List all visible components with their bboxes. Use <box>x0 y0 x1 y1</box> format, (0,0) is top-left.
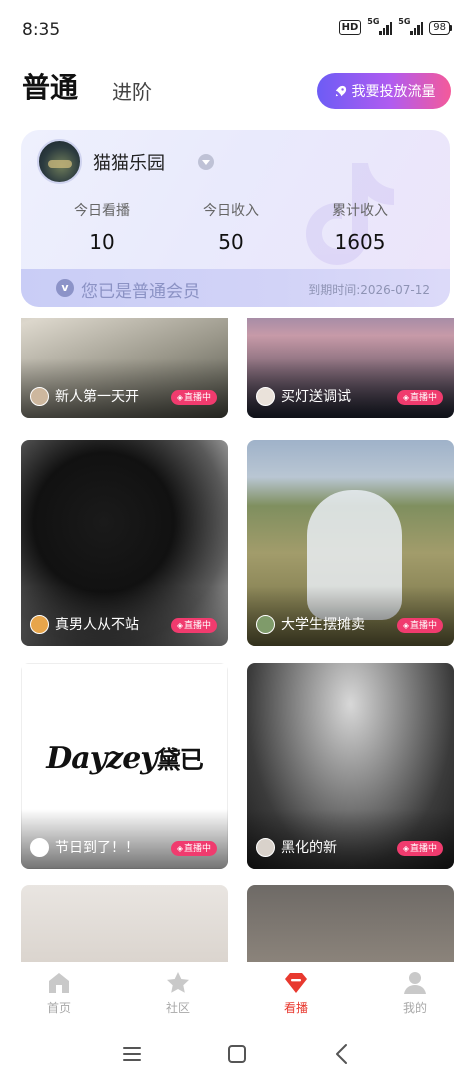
live-card[interactable]: 新人第一天开 直播中 <box>21 318 228 418</box>
stats-card: 猫猫乐园 今日看播 10 今日收入 50 累计收入 1605 v 您已是普通会员… <box>21 130 450 307</box>
tab-label: 看播 <box>283 1001 308 1015</box>
stat-today-views: 今日看播 10 <box>42 200 162 254</box>
status-time: 8:35 <box>22 20 61 40</box>
tab-label: 首页 <box>46 1001 71 1015</box>
membership-bar[interactable]: v 您已是普通会员 到期时间:2026-07-12 <box>21 269 450 307</box>
live-card[interactable]: 真男人从不站 直播中 <box>21 440 228 646</box>
status-bar: 8:35 HD 5G 5G 98 <box>0 0 474 58</box>
membership-expiry: 到期时间:2026-07-12 <box>308 283 430 297</box>
live-badge: 直播中 <box>396 390 443 405</box>
streamer-avatar <box>256 615 275 634</box>
live-badge: 直播中 <box>396 618 443 633</box>
streamer-avatar <box>256 387 275 406</box>
tab-profile[interactable]: 我的 <box>375 970 455 1016</box>
system-navigation-bar <box>0 1028 474 1080</box>
profile-avatar[interactable] <box>37 139 82 184</box>
live-card[interactable]: 买灯送调试 直播中 <box>247 318 454 418</box>
network-type-label-2: 5G <box>398 16 411 26</box>
live-card[interactable]: 大学生摆摊卖 直播中 <box>247 440 454 646</box>
status-indicators: HD 5G 5G 98 <box>338 17 452 35</box>
card-thumbnail <box>247 885 454 962</box>
watch-live-icon <box>285 973 307 993</box>
tab-label: 我的 <box>402 1001 427 1015</box>
chevron-down-icon[interactable] <box>198 154 214 170</box>
card-title: 新人第一天开 <box>55 389 139 405</box>
signal-icon-2: 5G <box>398 17 424 35</box>
brand-logo-cn: 黛已 <box>156 745 204 774</box>
stat-today-income: 今日收入 50 <box>171 200 291 254</box>
rocket-icon <box>335 85 346 96</box>
battery-icon: 98 <box>429 20 452 35</box>
tab-watch-live[interactable]: 看播 <box>256 970 336 1016</box>
card-title: 买灯送调试 <box>281 389 351 405</box>
stat-label: 今日收入 <box>203 203 259 219</box>
hd-badge: HD <box>338 20 362 35</box>
live-card[interactable]: 黑化的新 直播中 <box>247 663 454 869</box>
live-feed[interactable]: 新人第一天开 直播中 买灯送调试 直播中 真男人从不站 直播中 大学生摆摊卖 直… <box>0 318 474 962</box>
stat-label: 累计收入 <box>332 203 388 219</box>
profile-icon <box>404 972 426 994</box>
streamer-avatar <box>30 387 49 406</box>
profile-name[interactable]: 猫猫乐园 <box>93 149 165 175</box>
network-type-label: 5G <box>367 16 380 26</box>
live-card[interactable] <box>247 885 454 962</box>
promote-traffic-button[interactable]: 我要投放流量 <box>317 73 451 109</box>
stat-value: 10 <box>89 230 115 254</box>
stat-value: 50 <box>218 230 244 254</box>
vip-icon: v <box>56 279 74 297</box>
card-title: 黑化的新 <box>281 840 337 856</box>
live-badge: 直播中 <box>170 841 217 856</box>
live-badge: 直播中 <box>170 390 217 405</box>
back-icon[interactable] <box>328 1040 356 1068</box>
promote-traffic-label: 我要投放流量 <box>351 84 436 100</box>
home-icon <box>49 973 69 993</box>
tab-home[interactable]: 首页 <box>19 970 99 1016</box>
card-title: 节日到了！！ <box>55 840 139 856</box>
membership-status: 您已是普通会员 <box>81 282 200 302</box>
card-title: 大学生摆摊卖 <box>281 617 365 633</box>
tab-advanced[interactable]: 进阶 <box>112 76 152 105</box>
tab-community[interactable]: 社区 <box>138 970 218 1016</box>
recent-apps-icon[interactable] <box>118 1040 146 1068</box>
live-badge: 直播中 <box>396 841 443 856</box>
brand-logo: Dayzey黛已 <box>21 740 228 776</box>
live-badge: 直播中 <box>170 618 217 633</box>
card-thumbnail <box>21 885 228 962</box>
signal-icon: 5G <box>367 17 393 35</box>
live-card[interactable] <box>21 885 228 962</box>
tab-normal[interactable]: 普通 <box>22 66 78 106</box>
home-button-icon[interactable] <box>223 1040 251 1068</box>
brand-logo-text: Dayzey <box>46 741 157 776</box>
stat-total-income: 累计收入 1605 <box>300 200 420 254</box>
streamer-avatar <box>30 615 49 634</box>
streamer-avatar <box>30 838 49 857</box>
star-icon <box>167 972 189 993</box>
stat-label: 今日看播 <box>74 203 130 219</box>
battery-level: 98 <box>429 20 450 35</box>
live-card[interactable]: Dayzey黛已 节日到了！！ 直播中 <box>21 663 228 869</box>
streamer-avatar <box>256 838 275 857</box>
bottom-tab-bar: 首页 社区 看播 我的 <box>0 962 474 1028</box>
card-title: 真男人从不站 <box>55 617 139 633</box>
stat-value: 1605 <box>334 230 386 254</box>
tab-label: 社区 <box>165 1001 190 1015</box>
